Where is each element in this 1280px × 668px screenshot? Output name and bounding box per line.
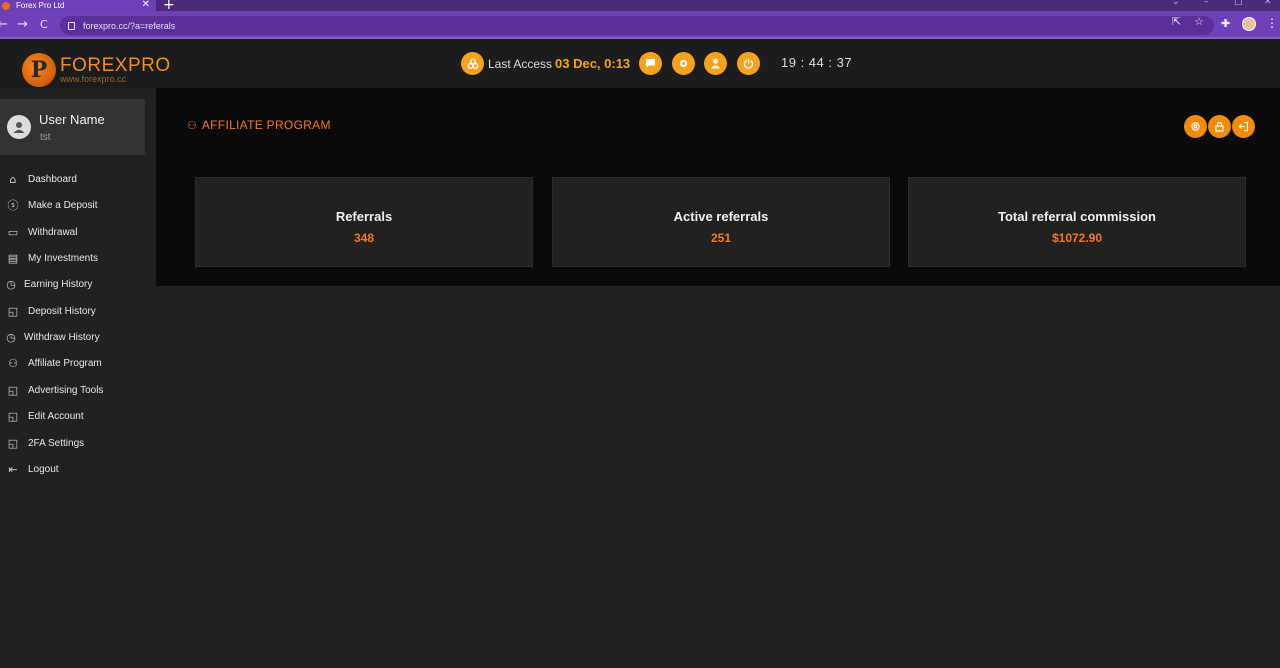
sidebar-item-advertising-tools[interactable]: ◱ Advertising Tools: [6, 381, 104, 399]
users-icon: ⚇: [8, 356, 18, 370]
bookmark-star-icon[interactable]: ☆: [1194, 15, 1204, 28]
receipt-icon: ▤: [7, 251, 19, 265]
tab-title: Forex Pro Ltd: [16, 0, 65, 10]
profile-button[interactable]: [704, 52, 727, 75]
sidebar-item-logout[interactable]: ⇤ Logout: [6, 460, 59, 478]
power-button[interactable]: [737, 52, 760, 75]
window-close-icon[interactable]: ✕: [1264, 0, 1272, 7]
chart-icon: ◱: [7, 304, 19, 318]
logo-mark-icon: P: [22, 53, 56, 87]
messages-button[interactable]: [639, 52, 662, 75]
sidebar-item-deposit-history[interactable]: ◱ Deposit History: [6, 302, 96, 320]
stat-label: Total referral commission: [998, 209, 1156, 224]
stat-label: Active referrals: [673, 209, 769, 224]
sidebar: User Name tst ⌂ Dashboard ⓢ Make a Depos…: [0, 88, 156, 668]
message-icon: [646, 59, 655, 68]
share-icon[interactable]: ⇱: [1172, 15, 1181, 28]
sidebar-item-label: Withdraw History: [24, 331, 100, 343]
gear-icon: [679, 59, 688, 68]
access-icon: [461, 52, 484, 75]
stat-label: Referrals: [335, 209, 393, 224]
url-field[interactable]: forexpro.cc/?a=referals: [60, 16, 1214, 35]
total-commission-card: Total referral commission $1072.90: [908, 177, 1246, 267]
profile-avatar[interactable]: [1242, 17, 1256, 31]
user-icon: [711, 58, 720, 69]
sidebar-item-my-investments[interactable]: ▤ My Investments: [6, 249, 98, 267]
sidebar-item-label: Deposit History: [28, 305, 96, 317]
referrals-card: Referrals 348: [195, 177, 533, 267]
sidebar-item-label: My Investments: [28, 252, 99, 264]
last-access-label: Last Access: [488, 57, 553, 71]
chart-icon: ◱: [7, 409, 19, 423]
sidebar-item-withdraw-history[interactable]: ◷ Withdraw History: [4, 328, 100, 346]
sidebar-item-label: Advertising Tools: [28, 384, 104, 396]
sidebar-item-affiliate-program[interactable]: ⚇ Affiliate Program: [6, 354, 102, 372]
lock-icon: [1215, 121, 1224, 132]
browser-tab[interactable]: Forex Pro Ltd ✕: [0, 0, 156, 11]
stat-value: 251: [710, 231, 732, 245]
lock-icon: [68, 21, 75, 30]
browser-menu-icon[interactable]: ⋮: [1266, 16, 1278, 30]
history-icon: ◷: [6, 330, 16, 344]
panel-logout-button[interactable]: [1232, 115, 1255, 138]
sidebar-item-label: Earning History: [24, 278, 93, 290]
maximize-icon[interactable]: □: [1234, 0, 1243, 7]
dollar-icon: ⓢ: [7, 199, 19, 212]
site-header: P FOREXPRO www.forexpro.cc Last Access 0…: [0, 39, 1280, 88]
home-icon: ⌂: [9, 172, 17, 186]
sidebar-item-label: Edit Account: [28, 410, 84, 422]
reload-icon[interactable]: C: [40, 18, 48, 31]
sidebar-item-2fa-settings[interactable]: ◱ 2FA Settings: [6, 434, 84, 452]
chart-icon: ◱: [7, 436, 19, 450]
sidebar-item-edit-account[interactable]: ◱ Edit Account: [6, 407, 84, 425]
sidebar-item-label: 2FA Settings: [28, 437, 85, 449]
page-title-text: AFFILIATE PROGRAM: [201, 118, 331, 132]
sidebar-item-label: Affiliate Program: [28, 357, 102, 369]
browser-tab-strip: Forex Pro Ltd ✕ + ⌄ – □ ✕: [0, 0, 1280, 13]
affiliate-panel: ⚇ AFFILIATE PROGRAM Referrals 348 Active…: [156, 88, 1280, 286]
extensions-icon[interactable]: ✚: [1221, 17, 1230, 30]
sidebar-item-label: Logout: [28, 463, 59, 475]
sidebar-item-label: Dashboard: [28, 173, 77, 185]
sidebar-item-dashboard[interactable]: ⌂ Dashboard: [6, 170, 77, 188]
tab-search-icon[interactable]: ⌄: [1172, 0, 1180, 7]
panel-lock-button[interactable]: [1208, 115, 1231, 138]
panel-settings-button[interactable]: [1184, 115, 1207, 138]
logout-icon: [1238, 121, 1249, 132]
user-name: User Name: [39, 112, 105, 127]
back-icon[interactable]: ←: [0, 17, 8, 32]
page-title: ⚇ AFFILIATE PROGRAM: [187, 118, 331, 132]
tab-close-icon[interactable]: ✕: [142, 0, 150, 10]
chart-icon: ◱: [7, 383, 19, 397]
wallet-icon: ▭: [7, 225, 19, 239]
avatar: [7, 115, 31, 139]
user-card: User Name tst: [0, 99, 145, 155]
users-icon: ⚇: [187, 118, 197, 132]
favicon-icon: [2, 1, 10, 10]
sidebar-item-label: Make a Deposit: [28, 199, 98, 211]
minimize-icon[interactable]: –: [1204, 0, 1209, 7]
last-access-date: 03 Dec, 0:13: [555, 56, 631, 71]
sidebar-item-make-deposit[interactable]: ⓢ Make a Deposit: [6, 196, 98, 214]
clock: 19 : 44 : 37: [781, 55, 853, 70]
sidebar-item-earning-history[interactable]: ◷ Earning History: [4, 275, 92, 293]
logout-icon: ⇤: [8, 462, 18, 476]
forward-icon[interactable]: →: [17, 17, 28, 32]
stat-value: 348: [353, 231, 375, 245]
site-logo[interactable]: P FOREXPRO www.forexpro.cc: [22, 53, 171, 87]
stat-value: $1072.90: [1051, 231, 1103, 245]
logo-url: www.forexpro.cc: [60, 74, 127, 84]
user-login: tst: [40, 132, 51, 143]
settings-button[interactable]: [672, 52, 695, 75]
sidebar-item-withdrawal[interactable]: ▭ Withdrawal: [6, 223, 78, 241]
history-icon: ◷: [6, 277, 16, 291]
url-text[interactable]: forexpro.cc/?a=referals: [83, 21, 175, 31]
gear-icon: [1191, 122, 1200, 131]
active-referrals-card: Active referrals 251: [552, 177, 890, 267]
sidebar-item-label: Withdrawal: [28, 226, 78, 238]
power-icon: [743, 58, 754, 69]
address-bar: ← → C forexpro.cc/?a=referals ⇱ ☆ ✚ ⋮: [0, 11, 1280, 39]
logo-name: FOREXPRO: [60, 55, 171, 76]
